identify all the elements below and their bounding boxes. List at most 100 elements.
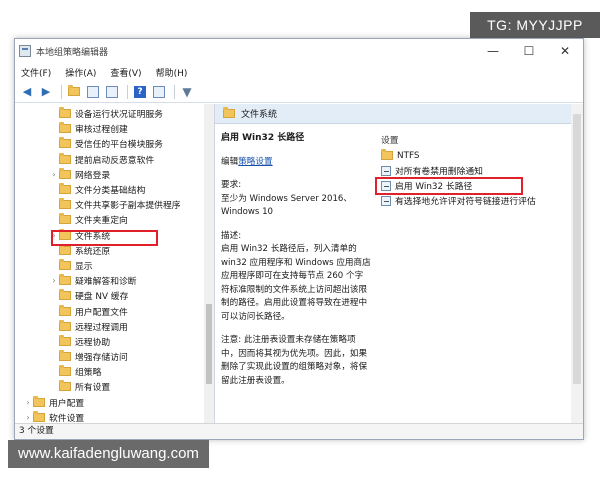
- toolbar-separator: [127, 84, 128, 99]
- tree-item[interactable]: 设备运行状况证明服务: [15, 106, 214, 121]
- forward-arrow-icon[interactable]: ▶: [38, 84, 54, 100]
- folder-icon: [59, 243, 71, 255]
- settings-item-label: 启用 Win32 长路径: [395, 182, 473, 192]
- tree-item-label: 文件夹重定向: [75, 216, 128, 227]
- tree-item-label: 设备运行状况证明服务: [75, 110, 163, 121]
- folder-icon: [59, 198, 71, 210]
- requirements-text: 至少为 Windows Server 2016、Windows 10: [221, 193, 352, 218]
- menu-bar: 文件(F) 操作(A) 查看(V) 帮助(H): [15, 63, 583, 81]
- back-arrow-icon[interactable]: ◀: [19, 84, 35, 100]
- tree-item[interactable]: 文件夹重定向: [15, 212, 214, 227]
- tree-item[interactable]: 提前启动反恶意软件: [15, 152, 214, 167]
- settings-item-disable-delete-notify[interactable]: 对所有卷禁用删除通知: [377, 163, 583, 178]
- tree-item-label: 组策略: [75, 368, 102, 379]
- tree-scrollbar-thumb[interactable]: [206, 304, 212, 384]
- folder-icon: [59, 334, 71, 346]
- menu-action[interactable]: 操作(A): [65, 66, 96, 79]
- settings-item-ntfs[interactable]: NTFS: [377, 148, 583, 163]
- folder-icon: [59, 350, 71, 362]
- help-icon[interactable]: ?: [132, 84, 148, 100]
- settings-list: 设置 NTFS 对所有卷禁用删除通知 启用 Win32 长路径 有选择地允许评对…: [375, 130, 583, 208]
- tree-item[interactable]: 硬盘 NV 缓存: [15, 288, 214, 303]
- details-header-title: 文件系统: [241, 110, 278, 120]
- expand-chevron-icon[interactable]: ›: [49, 231, 59, 240]
- tree-item-label: 审核过程创建: [75, 125, 128, 136]
- tree-item-label: 文件共享影子副本提供程序: [75, 201, 181, 212]
- folder-icon: [59, 122, 71, 134]
- menu-help[interactable]: 帮助(H): [156, 66, 188, 79]
- policy-setting-icon: [381, 165, 391, 176]
- tree-item[interactable]: › 疑难解答和诊断: [15, 273, 214, 288]
- tg-watermark: TG: MYYJJPP: [470, 12, 600, 38]
- folder-icon: [59, 152, 71, 164]
- tree-item-label: 文件系统: [75, 231, 111, 242]
- folder-icon: [59, 365, 71, 377]
- up-folder-icon[interactable]: [66, 84, 82, 100]
- window-title: 本地组策略编辑器: [36, 47, 109, 58]
- menu-view[interactable]: 查看(V): [110, 66, 141, 79]
- tree-item[interactable]: 所有设置: [15, 379, 214, 394]
- folder-icon: [59, 289, 71, 301]
- tree-item[interactable]: 远程过程调用: [15, 319, 214, 334]
- minimize-button[interactable]: —: [475, 44, 511, 58]
- filter-icon[interactable]: ▼: [179, 84, 195, 100]
- expand-chevron-icon[interactable]: ›: [49, 276, 59, 285]
- tree-item[interactable]: 远程协助: [15, 334, 214, 349]
- maximize-button[interactable]: ☐: [511, 44, 547, 58]
- tree-item-label: 所有设置: [75, 383, 111, 394]
- close-button[interactable]: ✕: [547, 44, 583, 58]
- tree-item[interactable]: 系统还原: [15, 243, 214, 258]
- edit-policy-line: 编辑策略设置: [221, 156, 371, 170]
- folder-icon: [59, 228, 71, 240]
- tree-item-label: 网络登录: [75, 170, 111, 181]
- tree-item-label: 软件设置: [49, 413, 85, 423]
- tree-item-label: 增强存储访问: [75, 353, 128, 364]
- tree-item-label: 用户配置: [49, 398, 85, 409]
- tree-item-label: 远程协助: [75, 337, 111, 348]
- tree-scrollbar[interactable]: [204, 104, 214, 423]
- group-policy-editor-window: 本地组策略编辑器 — ☐ ✕ 文件(F) 操作(A) 查看(V) 帮助(H) ◀…: [14, 38, 584, 440]
- tree-item[interactable]: 审核过程创建: [15, 121, 214, 136]
- expand-chevron-icon[interactable]: ›: [49, 170, 59, 179]
- policy-setting-icon: [381, 180, 391, 191]
- tree-item[interactable]: 文件共享影子副本提供程序: [15, 197, 214, 212]
- export-list-icon[interactable]: [104, 84, 120, 100]
- settings-item-enable-win32-long-paths[interactable]: 启用 Win32 长路径: [375, 177, 583, 195]
- settings-column-header[interactable]: 设置: [377, 130, 583, 148]
- tree-item[interactable]: › 网络登录: [15, 167, 214, 182]
- description-text: 启用 Win32 长路径后，列入清单的 win32 应用程序和 Windows …: [221, 244, 371, 322]
- tree-item[interactable]: › 文件系统: [15, 228, 214, 243]
- toolbar-separator: [61, 84, 62, 99]
- tree-item[interactable]: › 用户配置: [15, 395, 214, 410]
- toolbar-separator: [174, 84, 175, 99]
- details-scrollbar[interactable]: [571, 104, 583, 423]
- folder-icon: [59, 274, 71, 286]
- folder-icon: [59, 167, 71, 179]
- folder-icon: [59, 258, 71, 270]
- tree-item[interactable]: 文件分类基础结构: [15, 182, 214, 197]
- folder-icon: [59, 304, 71, 316]
- expand-chevron-icon[interactable]: ›: [23, 398, 33, 407]
- properties-icon[interactable]: [151, 84, 167, 100]
- description-label: 描述:: [221, 230, 242, 241]
- tree-item-label: 受信任的平台模块服务: [75, 140, 163, 151]
- tree-item[interactable]: 用户配置文件: [15, 303, 214, 318]
- policy-description-panel: 启用 Win32 长路径 编辑策略设置 要求: 至少为 Windows Serv…: [221, 132, 371, 398]
- tree-item[interactable]: › 软件设置: [15, 410, 214, 423]
- tree-item-label: 疑难解答和诊断: [75, 277, 137, 288]
- settings-item-label: 有选择地允许评对符号链接进行评估: [395, 197, 536, 207]
- tree-item-label: 系统还原: [75, 246, 111, 257]
- tree-item[interactable]: 增强存储访问: [15, 349, 214, 364]
- tree-item[interactable]: 组策略: [15, 364, 214, 379]
- folder-icon: [59, 107, 71, 119]
- url-watermark: www.kaifadengluwang.com: [8, 440, 209, 468]
- settings-item-symlink-evaluation[interactable]: 有选择地允许评对符号链接进行评估: [377, 193, 583, 208]
- tree-item[interactable]: 受信任的平台模块服务: [15, 136, 214, 151]
- show-hide-tree-icon[interactable]: [85, 84, 101, 100]
- menu-file[interactable]: 文件(F): [21, 66, 51, 79]
- details-scrollbar-thumb[interactable]: [573, 114, 581, 384]
- edit-policy-link[interactable]: 策略设置: [238, 157, 272, 167]
- expand-chevron-icon[interactable]: ›: [23, 413, 33, 422]
- tree-item-label: 显示: [75, 261, 93, 272]
- tree-item[interactable]: 显示: [15, 258, 214, 273]
